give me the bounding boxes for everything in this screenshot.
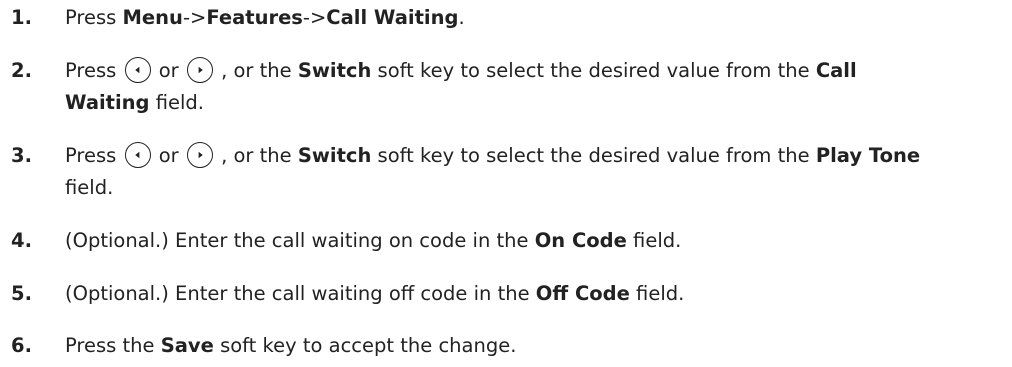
switch-term: Switch [297, 144, 372, 167]
right-arrow-key-icon [186, 141, 213, 168]
step-number: 3. [11, 144, 32, 167]
call-term: Call [815, 59, 857, 82]
step-number: 1. [11, 6, 32, 29]
step-text: Press or , or the Switch soft key to sel… [65, 56, 857, 86]
left-arrow-key-icon [124, 141, 151, 168]
step-number: 6. [11, 334, 32, 357]
step-text: Press or , or the Switch soft key to sel… [65, 141, 920, 171]
off-code-term: Off Code [535, 282, 630, 305]
step-text: Press Menu->Features->Call Waiting. [65, 6, 465, 29]
play-tone-term: Play Tone [815, 144, 921, 167]
step-text: (Optional.) Enter the call waiting off c… [65, 282, 685, 305]
step-text-continued: Waiting field. [65, 91, 204, 114]
switch-term: Switch [297, 59, 372, 82]
step-number: 4. [11, 229, 32, 252]
step-number: 5. [11, 282, 32, 305]
step-text: (Optional.) Enter the call waiting on co… [65, 229, 682, 252]
step-text-continued: field. [65, 176, 114, 199]
left-arrow-key-icon [124, 56, 151, 83]
features-term: Features [206, 6, 303, 29]
waiting-term: Waiting [65, 91, 150, 114]
step-text: Press the Save soft key to accept the ch… [65, 334, 517, 357]
instruction-steps: 1. Press Menu->Features->Call Waiting. 2… [0, 0, 1012, 367]
right-arrow-key-icon [186, 56, 213, 83]
on-code-term: On Code [534, 229, 627, 252]
step-number: 2. [11, 59, 32, 82]
menu-term: Menu [122, 6, 183, 29]
save-term: Save [160, 334, 214, 357]
call-waiting-term: Call Waiting [326, 6, 459, 29]
